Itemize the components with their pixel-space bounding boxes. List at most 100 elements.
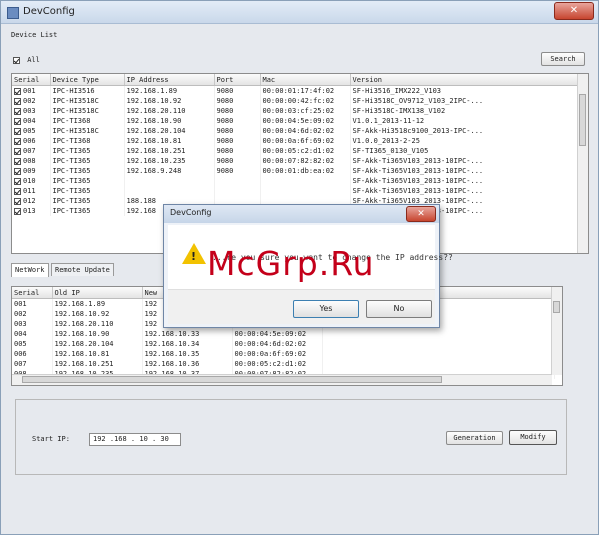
table-cell bbox=[124, 176, 215, 186]
table-cell: IPC-TI368 bbox=[50, 116, 125, 126]
row-checkbox[interactable] bbox=[14, 117, 21, 125]
table-cell bbox=[322, 339, 555, 349]
table-cell: 9080 bbox=[214, 106, 261, 116]
table-row[interactable]: 001 IPC-HI3516 192.168.1.89 9080 00:00:01:17… bbox=[12, 85, 581, 96]
row-checkbox[interactable] bbox=[14, 127, 21, 135]
table-cell: 00:00:04:5e:09:02 bbox=[232, 329, 323, 339]
table-cell: IPC-TI365 bbox=[50, 196, 125, 206]
row-checkbox[interactable] bbox=[14, 97, 21, 105]
serial-text: 004 bbox=[23, 117, 36, 125]
column-header[interactable]: Version bbox=[350, 74, 581, 86]
column-header[interactable]: Serial bbox=[12, 287, 53, 299]
window-close-button[interactable]: ✕ bbox=[554, 2, 594, 20]
row-checkbox[interactable] bbox=[14, 187, 21, 195]
table-row[interactable]: 002 IPC-HI3518C 192.168.10.92 9080 00:00:00:… bbox=[12, 96, 581, 106]
table-row[interactable]: 007 192.168.10.251 192.168.10.36 00:00:05:c… bbox=[12, 359, 555, 369]
table-cell bbox=[214, 176, 261, 186]
search-button[interactable]: Search bbox=[541, 52, 585, 66]
checkbox-icon bbox=[13, 56, 20, 64]
device-list-label: Device List bbox=[11, 31, 58, 39]
dialog-title-bar[interactable]: DevConfig ✕ bbox=[164, 205, 439, 223]
serial-text: 010 bbox=[23, 177, 36, 185]
table-row[interactable]: 005 IPC-HI3518C 192.168.20.104 9080 00:00:04… bbox=[12, 126, 581, 136]
row-checkbox[interactable] bbox=[14, 157, 21, 165]
table-cell bbox=[124, 186, 215, 196]
table-row[interactable]: 003 IPC-HI3518C 192.168.20.110 9080 00:00:03… bbox=[12, 106, 581, 116]
table-row[interactable]: 004 IPC-TI368 192.168.10.90 9080 00:00:04:5e… bbox=[12, 116, 581, 126]
table-row[interactable]: 006 192.168.10.81 192.168.10.35 00:00:0a:6f… bbox=[12, 349, 555, 359]
scroll-thumb[interactable] bbox=[22, 376, 442, 383]
table-cell: 00:00:03:cf:25:02 bbox=[260, 106, 351, 116]
no-button[interactable]: No bbox=[366, 300, 432, 318]
table-cell: 192.168.10.35 bbox=[142, 349, 233, 359]
table-cell: 192.168.20.104 bbox=[124, 126, 215, 136]
device-list-vscrollbar[interactable] bbox=[577, 74, 588, 253]
all-checkbox[interactable]: All bbox=[13, 56, 40, 64]
table-cell: 003 bbox=[12, 106, 51, 116]
table-cell: 008 bbox=[12, 156, 51, 166]
dialog-close-button[interactable]: ✕ bbox=[406, 206, 436, 222]
row-checkbox[interactable] bbox=[14, 137, 21, 145]
column-header[interactable]: Mac bbox=[260, 74, 351, 86]
serial-text: 011 bbox=[23, 187, 36, 195]
column-header[interactable]: Port bbox=[214, 74, 261, 86]
scroll-thumb[interactable] bbox=[579, 94, 586, 146]
column-header[interactable]: Old IP bbox=[52, 287, 143, 299]
table-cell: 9080 bbox=[214, 116, 261, 126]
table-cell: 192.168.1.89 bbox=[52, 298, 143, 309]
window-title: DevConfig bbox=[23, 6, 75, 17]
table-row[interactable]: 010 IPC-TI365 SF-Akk-Ti365V103_2013-10IPC-… bbox=[12, 176, 581, 186]
yes-button[interactable]: Yes bbox=[293, 300, 359, 318]
warning-icon-mark: ! bbox=[191, 250, 197, 263]
table-cell: 192.168.1.89 bbox=[124, 85, 215, 96]
serial-text: 003 bbox=[23, 107, 36, 115]
table-cell: SF-Akk-Ti365V103_2013-10IPC-... bbox=[350, 186, 581, 196]
table-cell: IPC-TI365 bbox=[50, 166, 125, 176]
table-cell: 002 bbox=[12, 309, 53, 319]
row-checkbox[interactable] bbox=[14, 197, 21, 205]
network-hscrollbar[interactable] bbox=[12, 374, 552, 385]
table-cell: IPC-HI3518C bbox=[50, 96, 125, 106]
tab-remote-update[interactable]: Remote Update bbox=[51, 263, 114, 276]
table-cell bbox=[260, 176, 351, 186]
start-ip-label: Start IP: bbox=[32, 435, 70, 443]
row-checkbox[interactable] bbox=[14, 147, 21, 155]
table-row[interactable]: 004 192.168.10.90 192.168.10.33 00:00:04:5e… bbox=[12, 329, 555, 339]
dialog-title: DevConfig bbox=[170, 208, 212, 217]
start-ip-input[interactable]: 192 .168 . 10 . 30 bbox=[89, 433, 181, 446]
table-cell: 192.168.10.92 bbox=[124, 96, 215, 106]
table-cell: IPC-TI365 bbox=[50, 186, 125, 196]
network-vscrollbar[interactable] bbox=[551, 287, 562, 375]
row-checkbox[interactable] bbox=[14, 87, 21, 95]
generation-button[interactable]: Generation bbox=[446, 431, 503, 445]
table-row[interactable]: 006 IPC-TI368 192.168.10.81 9080 00:00:0a:6f… bbox=[12, 136, 581, 146]
table-cell: SF-Hi3518C_OV9712_V103_2IPC-... bbox=[350, 96, 581, 106]
all-label: All bbox=[27, 56, 40, 64]
table-cell: 004 bbox=[12, 116, 51, 126]
column-header[interactable]: Serial bbox=[12, 74, 51, 86]
table-cell: 004 bbox=[12, 329, 53, 339]
modify-button[interactable]: Modify bbox=[509, 430, 557, 445]
column-header[interactable]: Device Type bbox=[50, 74, 125, 86]
table-cell: 9080 bbox=[214, 85, 261, 96]
table-row[interactable]: 008 IPC-TI365 192.168.10.235 9080 00:00:07:8… bbox=[12, 156, 581, 166]
table-cell: 192.168.9.248 bbox=[124, 166, 215, 176]
serial-text: 012 bbox=[23, 197, 36, 205]
table-cell: 013 bbox=[12, 206, 51, 216]
table-cell: 009 bbox=[12, 166, 51, 176]
table-row[interactable]: 011 IPC-TI365 SF-Akk-Ti365V103_2013-10IPC-… bbox=[12, 186, 581, 196]
row-checkbox[interactable] bbox=[14, 167, 21, 175]
tab-network[interactable]: NetWork bbox=[11, 263, 49, 277]
watermark-text: McGrp.Ru bbox=[207, 244, 375, 283]
table-row[interactable]: 005 192.168.20.104 192.168.10.34 00:00:04:6… bbox=[12, 339, 555, 349]
column-header[interactable]: IP Address bbox=[124, 74, 215, 86]
row-checkbox[interactable] bbox=[14, 107, 21, 115]
row-checkbox[interactable] bbox=[14, 177, 21, 185]
table-row[interactable]: 007 IPC-TI365 192.168.10.251 9080 00:00:05:c… bbox=[12, 146, 581, 156]
table-cell: 00:00:05:c2:d1:02 bbox=[232, 359, 323, 369]
row-checkbox[interactable] bbox=[14, 207, 21, 215]
scroll-thumb[interactable] bbox=[553, 301, 560, 313]
table-cell: 006 bbox=[12, 136, 51, 146]
table-row[interactable]: 009 IPC-TI365 192.168.9.248 9080 00:00:01:db… bbox=[12, 166, 581, 176]
title-bar[interactable]: DevConfig ✕ bbox=[1, 1, 598, 24]
